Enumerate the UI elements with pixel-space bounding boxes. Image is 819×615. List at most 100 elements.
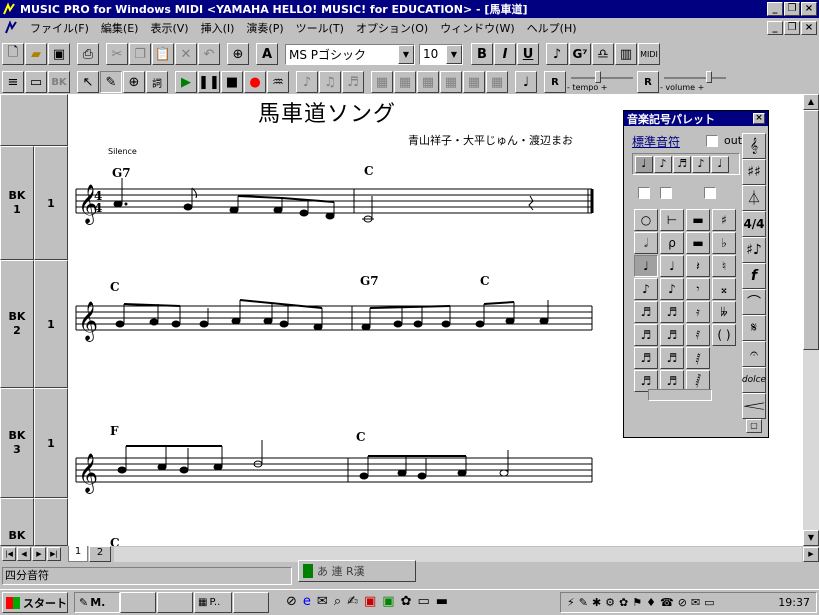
time-signature-icon[interactable]: 4/4 [742,211,766,237]
stop-icon[interactable]: ■ [221,71,243,93]
last-page-icon[interactable]: ▶| [47,547,61,561]
32nd-rest-icon[interactable]: 𝅀 [686,324,710,346]
note-tool3-icon[interactable]: ♬ [342,71,364,93]
sharp-icon[interactable]: ♯ [712,209,736,231]
sixteenth-rest-icon[interactable]: 𝄿 [686,301,710,323]
double-sharp-icon[interactable]: 𝄪 [712,278,736,300]
quarter-rest-icon[interactable]: 𝄽 [686,255,710,277]
eighth-rest-icon[interactable]: 𝄾 [686,278,710,300]
dot-option-3[interactable] [704,187,716,199]
tray-icon-8[interactable]: ☎ [660,596,674,609]
tray-icon-2[interactable]: ✎ [579,596,588,609]
scroll-right-button[interactable]: ▶ [803,547,819,562]
underline-button[interactable]: U [517,43,539,65]
midi-button[interactable]: MIDI [638,43,660,65]
tray-icon-9[interactable]: ⊘ [678,596,687,609]
menu-help[interactable]: ヘルプ(H) [521,20,583,36]
metronome-mark-icon[interactable]: ⏃ [742,185,766,211]
bk-button[interactable]: BK [48,71,70,93]
tempo-slider-thumb[interactable] [595,71,601,83]
tie-note-icon[interactable]: ♯♪ [742,237,766,263]
doc-restore-button[interactable]: ❐ [784,21,800,35]
32nd-note-icon[interactable]: ♬ [634,324,658,346]
chevron-down-icon[interactable]: ▼ [446,44,462,64]
whole-rest-icon[interactable]: ⊢ [660,209,684,231]
copy-icon[interactable]: ❐ [129,43,151,65]
doc-minimize-button[interactable]: _ [767,21,783,35]
tempo-slider[interactable]: - tempo + [567,71,637,93]
note-type-1-icon[interactable]: ♩ [635,155,653,173]
note-input-icon[interactable]: ♪ [546,43,568,65]
64th-note-icon[interactable]: ♬ [634,347,658,369]
whole-rest2-icon[interactable]: ▬ [686,209,710,231]
64th-rest-icon[interactable]: 𝅁 [686,347,710,369]
block-name[interactable]: BK 2 [0,260,34,388]
menu-view[interactable]: 表示(V) [144,20,194,36]
beam2-icon[interactable]: ▦ [394,71,416,93]
search-icon[interactable]: ⌕ [334,594,341,609]
time-sig-icon[interactable]: ♩ [515,71,537,93]
beam4-icon[interactable]: ▦ [440,71,462,93]
pointer-icon[interactable]: ↖ [77,71,99,93]
menu-window[interactable]: ウィンドウ(W) [434,20,520,36]
taskbar-task-p[interactable]: ▦ P.. [194,592,232,613]
prev-page-icon[interactable]: ◀ [17,547,31,561]
dynamics-icon[interactable]: f [742,263,766,289]
eighth-note-up-icon[interactable]: ♪ [660,278,684,300]
taskbar-task-blank-2[interactable] [157,592,193,613]
italic-button[interactable]: I [494,43,516,65]
block-row-3[interactable]: BK 3 1 [0,388,68,498]
note-type-2-icon[interactable]: ♪ [654,155,672,173]
note-icon[interactable]: ✍ [347,594,358,609]
taskbar-task-blank-1[interactable] [120,592,156,613]
no-entry-icon[interactable]: ⊘ [286,594,297,609]
volume-slider-thumb[interactable] [706,71,712,83]
32nd-note-up-icon[interactable]: ♬ [660,324,684,346]
segno-icon[interactable]: 𝄋 [742,315,766,341]
ie-icon[interactable]: e [303,594,311,609]
volume-slider[interactable]: - volume + [660,71,730,93]
delete-icon[interactable]: ✕ [175,43,197,65]
document-icon[interactable] [4,20,20,36]
slur-icon[interactable]: ⌒ [742,289,766,315]
block-name[interactable]: BK 1 [0,146,34,260]
scroll-down-button[interactable]: ▼ [803,530,819,546]
keyboard-icon[interactable]: ▥ [615,43,637,65]
block-row-4[interactable]: BK [0,498,68,546]
scroll-thumb[interactable] [803,110,819,350]
crescendo-icon[interactable]: 𝆒 [742,393,766,419]
block-row-2[interactable]: BK 2 1 [0,260,68,388]
lyrics-icon[interactable]: 詞 [146,71,168,93]
note-tool2-icon[interactable]: ♫ [319,71,341,93]
pause-icon[interactable]: ❚❚ [198,71,220,93]
scroll-up-button[interactable]: ▲ [803,94,819,110]
flat-icon[interactable]: ♭ [712,232,736,254]
beam3-icon[interactable]: ▦ [417,71,439,93]
cut-icon[interactable]: ✂ [106,43,128,65]
menu-play[interactable]: 演奏(P) [240,20,289,36]
restore-button[interactable]: ❐ [784,2,800,16]
palette-mode-link[interactable]: 標準音符 [632,133,680,150]
ime-bar[interactable]: あ 連 R漢 [298,560,416,582]
tray-icon-6[interactable]: ⚑ [632,596,642,609]
fermata-icon[interactable]: 𝄐 [742,341,766,367]
start-button[interactable]: スタート [2,592,68,613]
next-page-icon[interactable]: ▶ [32,547,46,561]
app-icon-2[interactable]: ✿ [401,594,412,609]
crosshair-icon[interactable]: ⊕ [123,71,145,93]
beam6-icon[interactable]: ▦ [486,71,508,93]
64th-note-up-icon[interactable]: ♬ [660,347,684,369]
palette-close-icon[interactable]: × [753,113,765,124]
app-icon-3[interactable]: ▭ [418,594,430,609]
tab-page-2[interactable]: 2 [89,546,111,562]
sixteenth-note-up-icon[interactable]: ♬ [660,301,684,323]
note-type-3-icon[interactable]: ♬ [673,155,691,173]
menu-insert[interactable]: 挿入(I) [195,20,241,36]
note-tool-icon[interactable]: ♪ [296,71,318,93]
dot-option-2[interactable] [660,187,672,199]
zoom-icon[interactable]: ⊕ [227,43,249,65]
close-button[interactable]: × [801,2,817,16]
volume-reset-button[interactable]: R [637,71,659,93]
menu-edit[interactable]: 編集(E) [95,20,145,36]
font-name-select[interactable]: MS Pゴシック ▼ [285,43,415,65]
